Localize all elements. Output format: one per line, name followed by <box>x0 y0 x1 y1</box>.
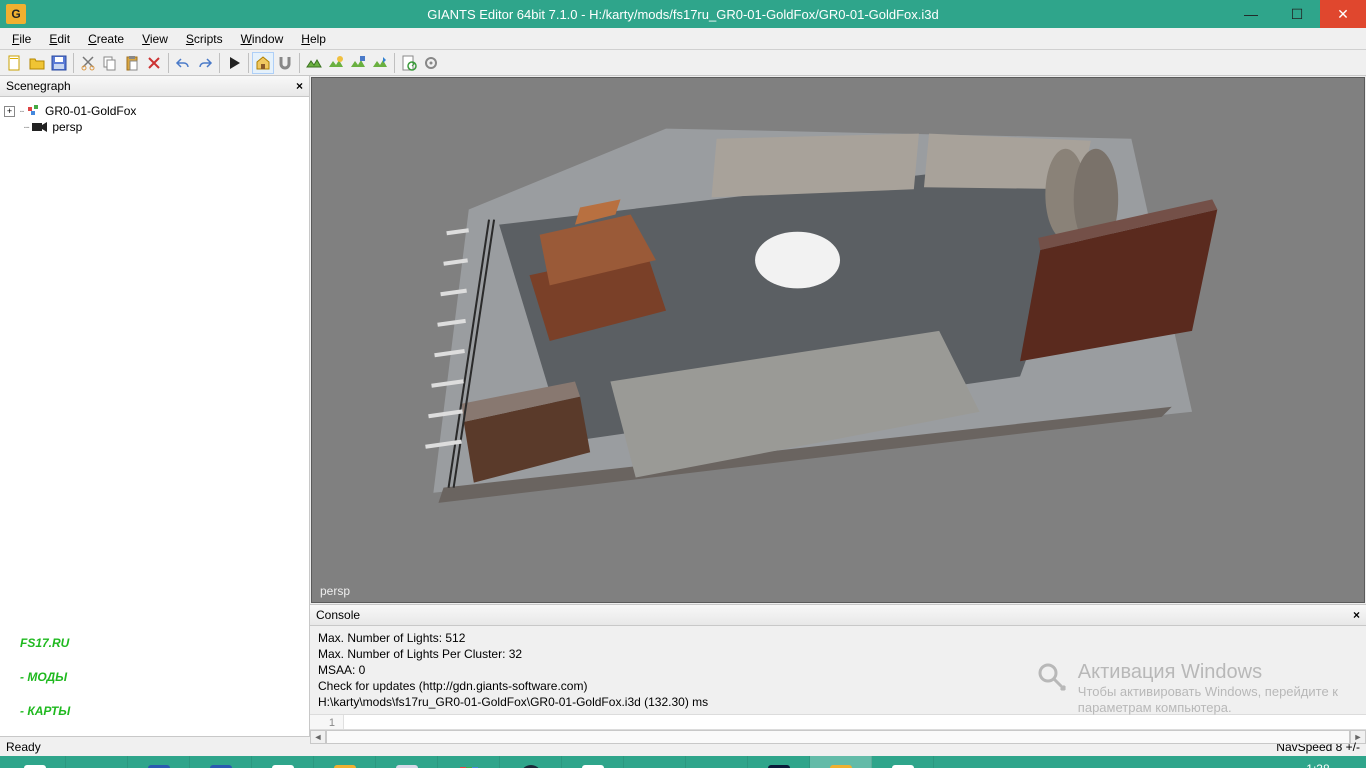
taskbar-calculator[interactable]: ▦ <box>376 756 438 768</box>
toolbar <box>0 50 1366 76</box>
status-left: Ready <box>6 740 41 754</box>
cut-button[interactable] <box>77 52 99 74</box>
taskbar-yandex[interactable]: Y <box>562 756 624 768</box>
viewport-3d[interactable]: persp <box>311 77 1365 603</box>
scenegraph-close-icon[interactable]: × <box>296 79 303 93</box>
script-settings-button[interactable] <box>420 52 442 74</box>
terrain-foliage-button[interactable] <box>369 52 391 74</box>
console-header: Console × <box>310 605 1366 626</box>
menu-create[interactable]: Create <box>80 30 132 48</box>
taskbar-photoshop[interactable]: Ps <box>748 756 810 768</box>
close-button[interactable]: ✕ <box>1320 0 1366 28</box>
taskbar-media-player[interactable] <box>252 756 314 768</box>
taskbar-app-cloud[interactable] <box>190 756 252 768</box>
scenegraph-header: Scenegraph × <box>0 76 309 97</box>
console-scrollbar[interactable]: ◄ ► <box>310 729 1366 744</box>
taskbar-rubiks[interactable] <box>438 756 500 768</box>
taskbar-giants-editor[interactable]: G <box>314 756 376 768</box>
delete-button[interactable] <box>143 52 165 74</box>
menu-view[interactable]: View <box>134 30 176 48</box>
windows-activation-watermark: Активация Windows Чтобы активировать Win… <box>1036 661 1338 716</box>
open-file-button[interactable] <box>26 52 48 74</box>
terrain-paint-button[interactable] <box>325 52 347 74</box>
menu-window[interactable]: Window <box>233 30 292 48</box>
maximize-button[interactable]: ☐ <box>1274 0 1320 28</box>
console-close-icon[interactable]: × <box>1353 608 1360 622</box>
taskbar-explorer[interactable] <box>66 756 128 768</box>
window-title: GIANTS Editor 64bit 7.1.0 - H:/karty/mod… <box>0 7 1366 22</box>
viewport-camera-label: persp <box>320 584 350 598</box>
console-title: Console <box>316 608 360 622</box>
window-titlebar: G GIANTS Editor 64bit 7.1.0 - H:/karty/m… <box>0 0 1366 28</box>
paste-button[interactable] <box>121 52 143 74</box>
save-button[interactable] <box>48 52 70 74</box>
expand-icon[interactable]: + <box>4 106 15 117</box>
copy-button[interactable] <box>99 52 121 74</box>
scroll-left-icon[interactable]: ◄ <box>310 730 326 744</box>
terrain-sculpt-button[interactable] <box>303 52 325 74</box>
undo-button[interactable] <box>172 52 194 74</box>
taskbar-monitor[interactable] <box>872 756 934 768</box>
play-button[interactable] <box>223 52 245 74</box>
taskbar-steam[interactable] <box>500 756 562 768</box>
taskbar-firefox[interactable] <box>686 756 748 768</box>
watermark: FS17.RU - МОДЫ - КАРТЫ <box>20 626 70 728</box>
tree-node-label: persp <box>52 120 82 134</box>
taskbar-giants-active[interactable]: G <box>810 756 872 768</box>
new-file-button[interactable] <box>4 52 26 74</box>
scene-render <box>312 78 1364 533</box>
menu-edit[interactable]: Edit <box>41 30 78 48</box>
console-line-number: 1 <box>310 715 344 729</box>
scenegraph-panel: Scenegraph × + ··· GR0-01-GoldFox ···· p… <box>0 76 310 736</box>
menu-help[interactable]: Help <box>293 30 334 48</box>
menu-bar: File Edit Create View Scripts Window Hel… <box>0 28 1366 50</box>
home-button[interactable] <box>252 52 274 74</box>
windows-taskbar: ▣ G ▦ Y Ps G ▲ РУС 1:38 17.07.2018 <box>0 756 1366 768</box>
menu-file[interactable]: File <box>4 30 39 48</box>
terrain-detail-button[interactable] <box>347 52 369 74</box>
taskbar-app-blue[interactable]: ▣ <box>128 756 190 768</box>
key-icon <box>1036 661 1070 695</box>
tree-node-root[interactable]: + ··· GR0-01-GoldFox <box>4 103 305 119</box>
script-reload-button[interactable] <box>398 52 420 74</box>
taskbar-paint[interactable] <box>624 756 686 768</box>
taskbar-ie[interactable] <box>4 756 66 768</box>
scenegraph-title: Scenegraph <box>6 79 71 93</box>
magnet-button[interactable] <box>274 52 296 74</box>
minimize-button[interactable]: — <box>1228 0 1274 28</box>
menu-scripts[interactable]: Scripts <box>178 30 231 48</box>
redo-button[interactable] <box>194 52 216 74</box>
console-input[interactable]: 1 <box>310 714 1366 729</box>
tree-node-camera[interactable]: ···· persp <box>4 119 305 135</box>
tray-clock[interactable]: 1:38 17.07.2018 <box>1282 763 1354 768</box>
system-tray[interactable]: ▲ РУС 1:38 17.07.2018 <box>1068 763 1362 768</box>
tree-node-label: GR0-01-GoldFox <box>45 104 136 118</box>
